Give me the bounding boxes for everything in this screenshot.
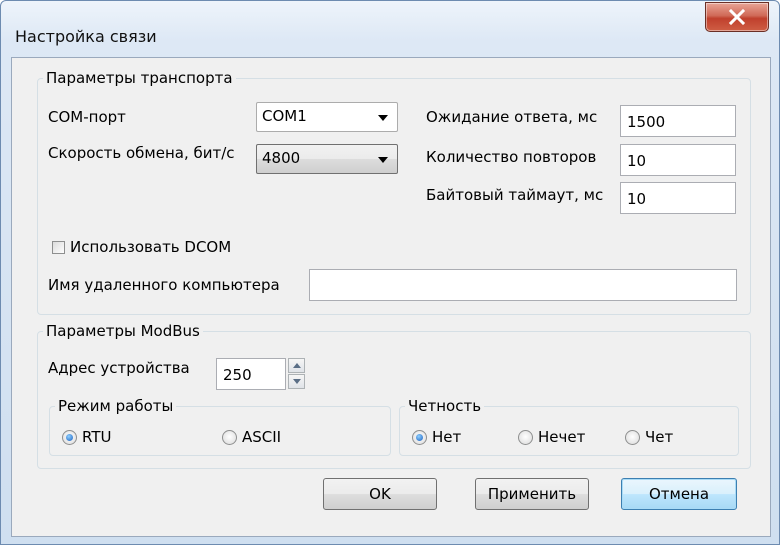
timeout-value: 1500 [627,113,666,131]
address-stepper[interactable] [288,358,305,390]
retries-value: 10 [627,152,647,170]
stepper-up-button[interactable] [288,358,305,373]
chevron-down-icon [293,379,301,384]
com-port-value: COM1 [262,107,307,125]
modbus-group-title: Параметры ModBus [43,321,203,341]
baud-value: 4800 [262,149,301,167]
byte-timeout-label: Байтовый таймаут, мс [426,186,604,204]
dialog-window: Настройка связи Параметры транспорта COM… [0,0,780,545]
window-title: Настройка связи [15,27,157,46]
address-field[interactable]: 250 [216,358,286,390]
mode-group-title: Режим работы [55,396,177,416]
chevron-up-icon [293,363,301,368]
address-value: 250 [223,366,252,384]
parity-even-label[interactable]: Чет [645,427,673,447]
retries-field[interactable]: 10 [620,144,736,176]
stepper-down-button[interactable] [288,374,305,389]
timeout-field[interactable]: 1500 [620,105,736,137]
com-port-label: COM-порт [48,108,126,126]
transport-group-title: Параметры транспорта [43,68,236,88]
close-button[interactable] [705,2,769,32]
parity-even-radio[interactable] [625,430,640,445]
parity-odd-label[interactable]: Нечет [538,427,585,447]
address-label: Адрес устройства [48,359,190,377]
cancel-button[interactable]: Отмена [621,478,737,510]
mode-rtu-label[interactable]: RTU [82,427,111,447]
baud-label: Скорость обмена, бит/с [48,144,235,162]
apply-button[interactable]: Применить [475,478,589,510]
dcom-label[interactable]: Использовать DCOM [70,237,231,257]
mode-ascii-radio[interactable] [222,430,237,445]
parity-none-radio[interactable] [412,430,427,445]
chevron-down-icon [378,157,388,163]
dcom-checkbox[interactable] [52,241,65,254]
parity-odd-radio[interactable] [518,430,533,445]
remote-computer-label: Имя удаленного компьютера [48,276,280,294]
byte-timeout-field[interactable]: 10 [620,182,736,214]
chevron-down-icon [378,115,388,121]
ok-button[interactable]: OK [323,478,437,510]
com-port-select[interactable]: COM1 [256,102,398,132]
dialog-body: Параметры транспорта COM-порт COM1 Скоро… [11,57,771,537]
retries-label: Количество повторов [426,148,597,166]
remote-computer-field[interactable] [309,269,737,301]
parity-none-label[interactable]: Нет [432,427,461,447]
mode-rtu-radio[interactable] [62,430,77,445]
parity-group-title: Четность [405,396,485,416]
close-icon [728,9,746,25]
baud-select[interactable]: 4800 [256,144,398,174]
byte-timeout-value: 10 [627,190,647,208]
timeout-label: Ожидание ответа, мс [426,108,598,126]
mode-ascii-label[interactable]: ASCII [242,427,281,447]
